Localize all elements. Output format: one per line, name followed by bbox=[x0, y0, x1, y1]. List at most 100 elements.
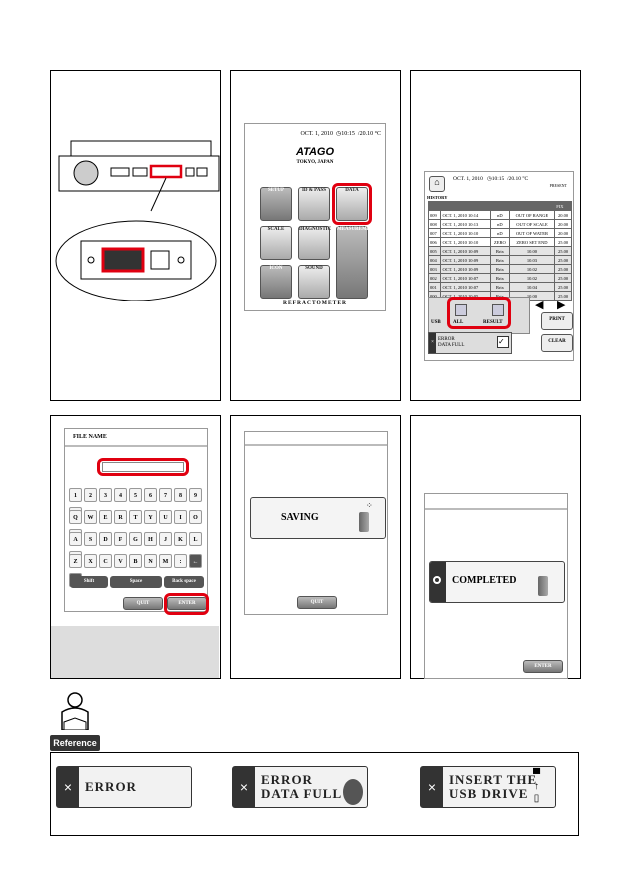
key[interactable]: K bbox=[174, 532, 187, 546]
history-cell: 25.00 bbox=[554, 255, 572, 265]
home-button[interactable]: ⌂ bbox=[429, 176, 445, 192]
history-row[interactable]: 006 OCT. 1, 2010 10:10 ZERO ZERO SET END 25.… bbox=[427, 237, 572, 247]
panel-file-name: FILE NAME 1234567890QWERTYUIOPASDFGHJKL;… bbox=[50, 415, 221, 679]
key[interactable]: V bbox=[114, 554, 127, 568]
history-cell: OUT OF SCALE bbox=[508, 219, 556, 229]
history-row[interactable]: 003 OCT. 1, 2010 10:09 Brix 10.02 25.00 bbox=[427, 264, 572, 274]
progress-dots-icon: ⁘ bbox=[366, 501, 373, 510]
keyboard: 1234567890QWERTYUIOPASDFGHJKL;ZXCVBNM:←→ bbox=[68, 484, 208, 587]
key[interactable]: Q bbox=[69, 510, 82, 524]
note-box bbox=[51, 626, 219, 678]
key[interactable]: T bbox=[129, 510, 142, 524]
key[interactable]: H bbox=[144, 532, 157, 546]
diagnostic-button[interactable]: DIAGNOSTIC bbox=[298, 226, 331, 260]
key[interactable]: I bbox=[174, 510, 187, 524]
print-button[interactable]: PRINT bbox=[541, 312, 573, 330]
key[interactable]: C bbox=[99, 554, 112, 568]
backspace-key[interactable]: Back space bbox=[164, 576, 204, 588]
enter-highlight bbox=[164, 593, 209, 615]
key[interactable]: ← bbox=[189, 554, 202, 568]
prev-arrow-icon[interactable]: ◀ bbox=[535, 298, 543, 311]
history-cell: 10.02 bbox=[508, 264, 556, 274]
export-highlight bbox=[447, 297, 511, 329]
history-row[interactable]: 002 OCT. 1, 2010 10:07 Brix 10.02 25.00 bbox=[427, 273, 572, 283]
key[interactable]: R bbox=[114, 510, 127, 524]
history-row[interactable]: 005 OCT. 1, 2010 10:09 Brix 10.00 25.00 bbox=[427, 246, 572, 256]
saving-screen: SAVING ⁘ QUIT bbox=[244, 431, 388, 615]
key[interactable]: M bbox=[159, 554, 172, 568]
history-cell: 10.04 bbox=[508, 282, 556, 292]
history-cell: 003 bbox=[427, 264, 442, 274]
scale-button[interactable]: SCALE bbox=[260, 226, 292, 260]
history-row[interactable]: 007 OCT. 1, 2010 10:10 nD OUT OF WATER 20.00 bbox=[427, 228, 572, 238]
key[interactable]: 7 bbox=[159, 488, 172, 502]
key[interactable]: Y bbox=[144, 510, 157, 524]
history-cell: 10.02 bbox=[508, 273, 556, 283]
history-cell: nD bbox=[489, 228, 510, 238]
clear-button[interactable]: CLEAR bbox=[541, 334, 573, 352]
history-cell: OCT. 1, 2010 10:09 bbox=[440, 264, 491, 274]
key[interactable]: D bbox=[99, 532, 112, 546]
measurement-button[interactable]: MEASUREMENT bbox=[336, 226, 377, 299]
key[interactable]: L bbox=[189, 532, 202, 546]
key[interactable]: 4 bbox=[114, 488, 127, 502]
error-message: × ERROR bbox=[56, 766, 192, 808]
usb-label: USB bbox=[431, 320, 441, 325]
key[interactable]: 3 bbox=[99, 488, 112, 502]
history-cell: OCT. 1, 2010 10:13 bbox=[440, 219, 491, 229]
key[interactable]: 2 bbox=[84, 488, 97, 502]
sound-button[interactable]: SOUND bbox=[298, 265, 330, 299]
atago-logo: ATAGO bbox=[295, 146, 335, 158]
history-cell: ZERO bbox=[489, 237, 510, 247]
quit-button[interactable]: QUIT bbox=[123, 597, 163, 610]
reference-icon: Reference bbox=[50, 690, 100, 751]
data-highlight bbox=[332, 183, 372, 225]
key[interactable]: G bbox=[129, 532, 142, 546]
key[interactable]: A bbox=[69, 532, 82, 546]
quit-button[interactable]: QUIT bbox=[297, 596, 337, 609]
key[interactable]: 5 bbox=[129, 488, 142, 502]
key[interactable]: : bbox=[174, 554, 187, 568]
history-cell: 008 bbox=[427, 219, 442, 229]
history-cell: 25.00 bbox=[554, 282, 572, 292]
insert-usb-icon: ▀ ↑ ▯ bbox=[533, 769, 541, 804]
footer-label: REFRACTOMETER bbox=[283, 300, 347, 306]
key[interactable]: 1 bbox=[69, 488, 82, 502]
history-cell: OUT OF RANGE bbox=[508, 210, 556, 220]
id-pass-button[interactable]: ID & PASS bbox=[298, 187, 330, 221]
key[interactable]: S bbox=[84, 532, 97, 546]
key[interactable]: J bbox=[159, 532, 172, 546]
history-cell: 10.00 bbox=[508, 246, 556, 256]
history-row[interactable]: 004 OCT. 1, 2010 10:09 Brix 10.03 25.00 bbox=[427, 255, 572, 265]
history-screen: ⌂ OCT. 1, 2010 ◷10:15 /20.10 °C PRESENT … bbox=[424, 171, 574, 361]
usb-drive-icon bbox=[359, 512, 369, 532]
key[interactable]: X bbox=[84, 554, 97, 568]
shift-key[interactable]: Shift bbox=[70, 576, 108, 588]
history-row[interactable]: 001 OCT. 1, 2010 10:07 Brix 10.04 25.00 bbox=[427, 282, 572, 292]
key[interactable]: B bbox=[129, 554, 142, 568]
key[interactable]: W bbox=[84, 510, 97, 524]
next-arrow-icon[interactable]: ▶ bbox=[557, 298, 565, 311]
insert-usb-message: × INSERT THE USB DRIVE ▀ ↑ ▯ bbox=[420, 766, 556, 808]
key[interactable]: Z bbox=[69, 554, 82, 568]
history-cell: Brix bbox=[489, 264, 510, 274]
enter-button[interactable]: ENTER bbox=[523, 660, 563, 673]
key[interactable]: N bbox=[144, 554, 157, 568]
key[interactable]: 8 bbox=[174, 488, 187, 502]
key[interactable]: F bbox=[114, 532, 127, 546]
key[interactable]: O bbox=[189, 510, 202, 524]
confirm-checkbox[interactable]: ✓ bbox=[497, 336, 509, 348]
space-key[interactable]: Space bbox=[110, 576, 162, 588]
key[interactable]: 6 bbox=[144, 488, 157, 502]
key[interactable]: E bbox=[99, 510, 112, 524]
icon-button[interactable]: ICON bbox=[260, 265, 292, 299]
status-bar: OCT. 1, 2010 ◷10:15 /20.10 °C bbox=[300, 131, 381, 137]
history-row[interactable]: 008 OCT. 1, 2010 10:13 nD OUT OF SCALE 20.00 bbox=[427, 219, 572, 229]
history-row[interactable]: 009 OCT. 1, 2010 10:14 nD OUT OF RANGE 20.00 bbox=[427, 210, 572, 220]
setup-button[interactable]: SETUP bbox=[260, 187, 292, 221]
usb-drive-full-icon bbox=[343, 779, 363, 805]
panel-completed: COMPLETED ENTER bbox=[410, 415, 581, 679]
key[interactable]: U bbox=[159, 510, 172, 524]
history-cell: OCT. 1, 2010 10:09 bbox=[440, 255, 491, 265]
key[interactable]: 9 bbox=[189, 488, 202, 502]
